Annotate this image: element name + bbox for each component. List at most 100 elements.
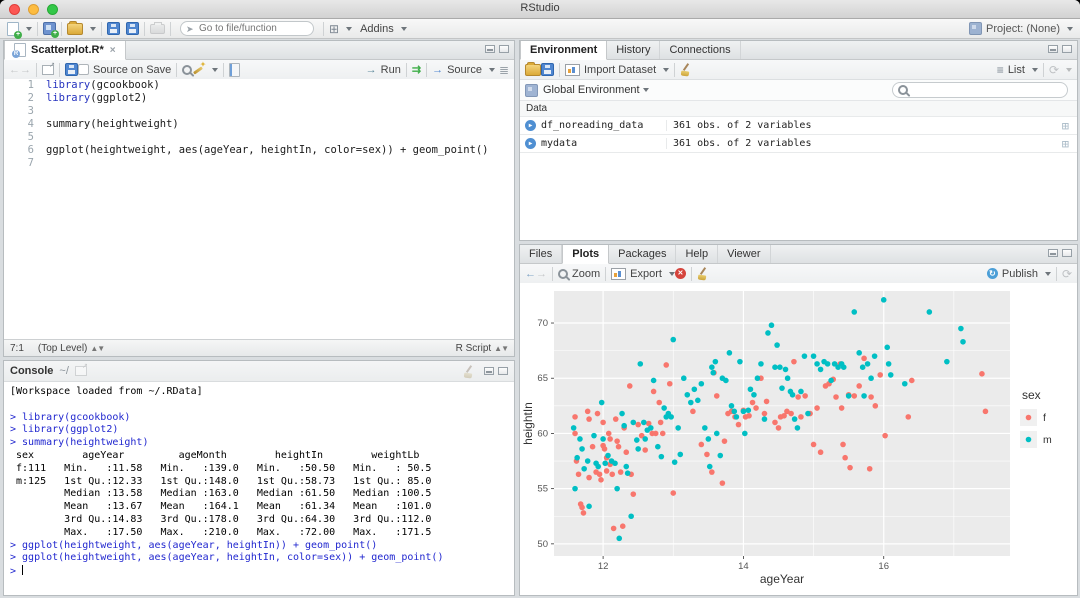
next-plot-button[interactable]: → [536, 268, 547, 280]
save-all-button[interactable] [126, 22, 139, 35]
minimize-pane-button[interactable] [484, 367, 494, 375]
environment-object-list: ▶ df_noreading_data 361 obs. of 2 variable… [520, 117, 1077, 153]
rerun-button[interactable]: ⇉ [412, 63, 421, 76]
svg-text:16: 16 [878, 561, 889, 572]
save-workspace-button[interactable] [541, 63, 554, 76]
console-line: [Workspace loaded from ~/.RData] [10, 386, 203, 397]
previous-plot-button[interactable]: ← [525, 268, 536, 280]
source-label: Source [447, 63, 482, 76]
code-tools-button[interactable] [192, 60, 219, 76]
tab-packages[interactable]: Packages [609, 245, 677, 263]
source-button[interactable]: → Source [432, 64, 495, 76]
close-window-button[interactable] [9, 4, 20, 15]
maximize-pane-button[interactable] [498, 367, 508, 375]
code-line[interactable]: 3 [4, 105, 514, 118]
clear-environment-button[interactable] [680, 63, 693, 76]
env-object-row[interactable]: ▶ mydata 361 obs. of 2 variables ⊞ [520, 135, 1077, 153]
forward-button[interactable]: → [20, 64, 31, 76]
expand-object-icon[interactable]: ▶ [525, 120, 536, 131]
code-line[interactable]: 2 library(ggplot2) [4, 92, 514, 105]
export-plot-button[interactable]: Export [611, 267, 675, 280]
tab-files[interactable]: Files [520, 245, 563, 263]
tab-help[interactable]: Help [676, 245, 719, 263]
tab-viewer[interactable]: Viewer [718, 245, 771, 263]
save-button[interactable] [107, 22, 120, 35]
open-file-button[interactable] [67, 20, 96, 35]
minimize-window-button[interactable] [28, 4, 39, 15]
tab-plots[interactable]: Plots [562, 245, 610, 264]
document-outline-icon[interactable]: ≣ [499, 64, 509, 76]
console-output[interactable]: [Workspace loaded from ~/.RData] > libra… [4, 381, 514, 595]
chevron-down-icon [1066, 67, 1072, 72]
list-view-button[interactable]: ≡ List [997, 64, 1038, 76]
scope-selector[interactable]: (Top Level) ▲▼ [38, 343, 105, 354]
code-line[interactable]: 5 [4, 131, 514, 144]
file-type-selector[interactable]: R Script ▲▼ [456, 343, 509, 354]
tab-environment[interactable]: Environment [520, 41, 608, 60]
chevron-down-icon [642, 88, 649, 92]
list-view-label: List [1007, 63, 1025, 76]
tab-connections[interactable]: Connections [660, 41, 741, 59]
back-button[interactable]: ← [9, 64, 20, 76]
source-on-save-checkbox[interactable]: Source on Save [78, 64, 171, 76]
maximize-pane-button[interactable] [499, 45, 509, 53]
refresh-environment-button[interactable]: ⟳ [1049, 64, 1072, 76]
pane-layout-button[interactable]: ⊞ [329, 23, 353, 35]
addins-label: Addins [360, 22, 394, 35]
clear-console-broom-icon[interactable] [463, 365, 476, 378]
popout-icon[interactable] [74, 362, 88, 376]
publish-button[interactable]: ↻ Publish [986, 268, 1051, 280]
clear-plots-button[interactable] [697, 267, 710, 280]
goto-file-input[interactable] [180, 21, 314, 36]
view-table-icon[interactable]: ⊞ [1062, 137, 1069, 151]
minimize-pane-button[interactable] [485, 45, 495, 53]
code-line[interactable]: 7 [4, 157, 514, 170]
expand-object-icon[interactable]: ▶ [525, 138, 536, 149]
main-toolbar: ➤ ⊞ Addins Project: (None) [0, 19, 1080, 39]
maximize-pane-button[interactable] [1062, 45, 1072, 53]
remove-plot-button[interactable]: ✕ [674, 268, 686, 279]
chevron-down-icon [488, 67, 495, 72]
tab-history[interactable]: History [607, 41, 661, 59]
environment-search-input[interactable] [892, 82, 1068, 98]
env-object-row[interactable]: ▶ df_noreading_data 361 obs. of 2 variable… [520, 117, 1077, 135]
view-table-icon[interactable]: ⊞ [1062, 119, 1069, 133]
source-tab-title: Scatterplot.R* [31, 44, 104, 56]
print-button[interactable] [150, 21, 165, 34]
code-editor[interactable]: 1 library(gcookbook) 2 library(ggplot2) 3 4 su… [4, 79, 514, 340]
load-workspace-button[interactable] [525, 61, 541, 76]
tab-scatterplot-r[interactable]: Scatterplot.R* × [4, 41, 126, 60]
console-line: > ggplot(heightweight, aes(ageYear, heig… [10, 552, 444, 564]
minimize-pane-button[interactable] [1048, 45, 1058, 53]
svg-text:60: 60 [537, 428, 548, 439]
addins-button[interactable]: Addins [360, 23, 407, 35]
find-replace-button[interactable] [182, 64, 193, 75]
import-dataset-button[interactable]: Import Dataset [565, 63, 670, 76]
line-number: 4 [27, 118, 34, 130]
environment-cube-icon [525, 83, 538, 97]
console-prompt[interactable]: > [10, 565, 508, 579]
environment-selector[interactable]: Global Environment [543, 84, 640, 96]
compile-report-button[interactable] [229, 62, 241, 77]
new-project-button[interactable] [43, 22, 59, 38]
text-cursor [22, 565, 24, 576]
environment-search [892, 82, 1068, 98]
minimize-pane-button[interactable] [1048, 249, 1058, 257]
code-line[interactable]: 4 summary(heightweight) [4, 118, 514, 131]
close-tab-icon[interactable]: × [110, 45, 116, 56]
popout-button[interactable] [42, 61, 55, 75]
new-file-button[interactable] [7, 21, 32, 39]
popout-icon [42, 61, 55, 75]
project-menu-button[interactable]: Project: (None) [969, 22, 1073, 35]
run-button[interactable]: → Run [366, 64, 401, 76]
save-source-button[interactable] [65, 63, 78, 76]
console-path[interactable]: ~/ [59, 365, 68, 377]
zoom-window-button[interactable] [47, 4, 58, 15]
svg-text:12: 12 [598, 561, 609, 572]
code-line[interactable]: 1 library(gcookbook) [4, 79, 514, 92]
chevron-down-icon [90, 26, 96, 31]
code-line[interactable]: 6 ggplot(heightweight, aes(ageYear, heigh… [4, 144, 514, 157]
refresh-plot-button[interactable]: ⟳ [1062, 268, 1072, 280]
zoom-plot-button[interactable]: Zoom [558, 268, 600, 280]
maximize-pane-button[interactable] [1062, 249, 1072, 257]
